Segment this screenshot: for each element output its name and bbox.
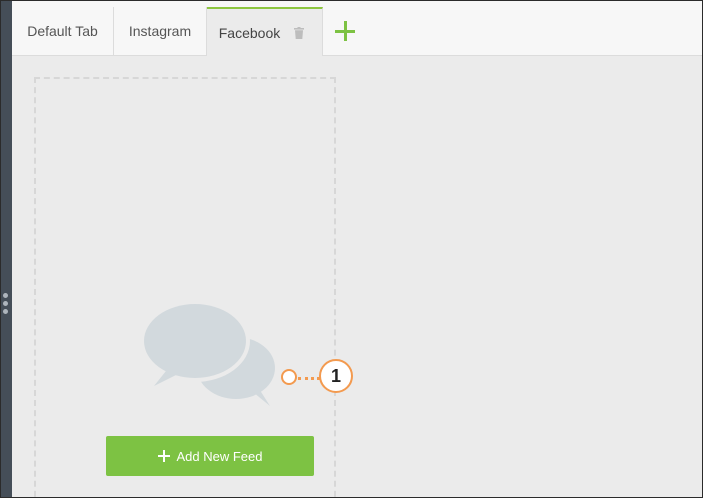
- tab-bar: Default Tab Instagram Facebook: [12, 1, 702, 56]
- left-rail: [1, 1, 12, 497]
- tab-facebook[interactable]: Facebook: [207, 7, 323, 56]
- add-new-feed-button[interactable]: Add New Feed: [106, 436, 314, 476]
- drag-handle-icon[interactable]: [3, 293, 9, 317]
- add-new-feed-label: Add New Feed: [176, 448, 263, 464]
- callout-anchor-dot: [281, 369, 297, 385]
- tab-label: Default Tab: [27, 23, 98, 39]
- tab-label: Facebook: [218, 24, 281, 41]
- tab-label: Instagram: [128, 23, 192, 39]
- tab-panel: Default Tab Instagram Facebook Add New F…: [12, 1, 702, 497]
- tab-default[interactable]: Default Tab: [12, 7, 114, 55]
- app-window: Default Tab Instagram Facebook Add New F…: [0, 0, 703, 498]
- feed-column: Add New Feed: [34, 77, 336, 497]
- callout-connector: [298, 377, 320, 380]
- tab-instagram[interactable]: Instagram: [114, 7, 207, 55]
- trash-icon[interactable]: [294, 26, 305, 39]
- callout-badge: 1: [319, 359, 353, 393]
- plus-icon: [157, 450, 170, 462]
- chat-bubbles-icon: [144, 304, 275, 406]
- add-tab-plus-icon[interactable]: [334, 19, 358, 43]
